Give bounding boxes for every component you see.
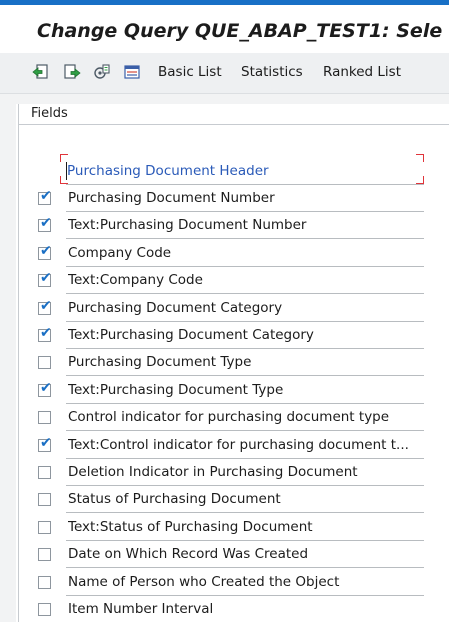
checkmark-icon: ✔ xyxy=(40,242,52,259)
field-label[interactable]: Deletion Indicator in Purchasing Documen… xyxy=(68,464,422,480)
field-checkbox[interactable]: ✔ xyxy=(38,297,52,315)
row-underline xyxy=(66,265,424,267)
field-checkbox[interactable]: ✔ xyxy=(38,434,52,452)
row-underline xyxy=(66,211,424,212)
content-spacer xyxy=(16,94,449,104)
field-row: ✔ Text:Company Code xyxy=(36,268,424,295)
checkmark-icon: ✔ xyxy=(40,188,52,204)
row-underline xyxy=(66,457,424,459)
layout-list-icon[interactable] xyxy=(121,61,143,83)
row-underline xyxy=(66,594,424,596)
focus-corner-top-left xyxy=(60,154,68,162)
row-underline xyxy=(66,320,424,322)
checkmark-icon: ✔ xyxy=(40,215,52,232)
statistics-button[interactable]: Statistics xyxy=(241,64,303,80)
field-label[interactable]: Name of Person who Created the Object xyxy=(68,574,422,590)
checkmark-icon: ✔ xyxy=(40,270,52,287)
window-title: Change Query QUE_ABAP_TEST1: Sele xyxy=(37,20,443,42)
basic-list-button[interactable]: Basic List xyxy=(158,64,222,80)
row-underline xyxy=(66,402,424,404)
field-label[interactable]: Purchasing Document Type xyxy=(68,354,422,370)
field-checkbox[interactable] xyxy=(38,548,51,562)
field-row: ✔ Company Code xyxy=(36,241,424,268)
checkmark-icon: ✔ xyxy=(40,325,52,341)
field-checkbox[interactable] xyxy=(38,411,51,425)
query-window: Change Query QUE_ABAP_TEST1: Sele Basic … xyxy=(0,0,449,622)
field-label[interactable]: Status of Purchasing Document xyxy=(68,491,422,507)
row-underline xyxy=(66,512,424,514)
checkmark-icon: ✔ xyxy=(40,434,52,451)
field-checkbox[interactable]: ✔ xyxy=(38,242,52,260)
field-label[interactable]: Purchasing Document Number xyxy=(68,190,422,206)
field-label[interactable]: Item Number Interval xyxy=(68,601,422,617)
tab-fields-label: Fields xyxy=(31,106,68,121)
group-underline xyxy=(66,184,424,185)
back-arrow-icon[interactable] xyxy=(30,61,52,83)
field-label[interactable]: Text:Purchasing Document Type xyxy=(68,382,422,398)
field-checkbox[interactable] xyxy=(38,356,51,370)
field-label[interactable]: Text:Status of Purchasing Document xyxy=(68,519,422,535)
field-label[interactable]: Text:Control indicator for purchasing do… xyxy=(68,437,422,453)
field-checkbox[interactable]: ✔ xyxy=(38,270,52,288)
field-label[interactable]: Purchasing Document Category xyxy=(68,300,422,316)
row-underline xyxy=(66,348,424,349)
field-row: ✔ Text:Purchasing Document Number xyxy=(36,213,424,240)
application-toolbar: Basic List Statistics Ranked List xyxy=(0,53,449,94)
ranked-list-button[interactable]: Ranked List xyxy=(323,64,401,80)
row-underline xyxy=(66,238,424,240)
field-row: Name of Person who Created the Object xyxy=(36,570,424,597)
field-row: Date on Which Record Was Created xyxy=(36,542,424,569)
field-row: ✔ Purchasing Document Number xyxy=(36,186,424,213)
field-label[interactable]: Date on Which Record Was Created xyxy=(68,546,422,562)
field-row: ✔ Text:Purchasing Document Category xyxy=(36,323,424,350)
field-group-label: Purchasing Document Header xyxy=(67,163,269,179)
field-checkbox[interactable] xyxy=(38,493,51,507)
field-label[interactable]: Control indicator for purchasing documen… xyxy=(68,409,422,425)
field-label[interactable]: Text:Company Code xyxy=(68,272,422,288)
row-underline xyxy=(66,430,424,432)
tab-fields[interactable]: Fields xyxy=(18,104,449,125)
row-underline xyxy=(66,539,424,541)
field-label[interactable]: Text:Purchasing Document Category xyxy=(68,327,422,343)
focus-corner-bottom-right xyxy=(416,176,424,184)
checkmark-icon: ✔ xyxy=(40,297,52,314)
left-margin-strip xyxy=(0,94,16,622)
field-checkbox[interactable]: ✔ xyxy=(38,215,52,233)
forward-document-icon[interactable] xyxy=(61,61,83,83)
row-underline xyxy=(66,485,424,486)
field-checkbox[interactable]: ✔ xyxy=(38,188,52,205)
field-group-header[interactable]: Purchasing Document Header xyxy=(60,154,424,184)
focus-corner-top-right xyxy=(416,154,424,162)
field-row: ✔ Purchasing Document Category xyxy=(36,296,424,323)
row-underline xyxy=(66,567,424,569)
field-checkbox[interactable] xyxy=(38,520,51,534)
field-row: Purchasing Document Type xyxy=(36,350,424,377)
field-checkbox[interactable]: ✔ xyxy=(38,379,52,397)
refresh-settings-icon[interactable] xyxy=(91,61,113,83)
field-row: ✔ Text:Control indicator for purchasing d… xyxy=(36,433,424,460)
field-checkbox[interactable]: ✔ xyxy=(38,325,52,342)
field-row: Deletion Indicator in Purchasing Documen… xyxy=(36,460,424,487)
checkmark-icon: ✔ xyxy=(40,379,52,396)
row-underline xyxy=(66,293,424,295)
field-label[interactable]: Company Code xyxy=(68,245,422,261)
field-label[interactable]: Text:Purchasing Document Number xyxy=(68,217,422,233)
field-row: ✔ Text:Purchasing Document Type xyxy=(36,378,424,405)
field-row: Text:Status of Purchasing Document xyxy=(36,515,424,542)
title-bar: Change Query QUE_ABAP_TEST1: Sele xyxy=(0,5,449,53)
field-row: Status of Purchasing Document xyxy=(36,487,424,514)
field-row: Item Number Interval xyxy=(36,597,424,622)
row-underline xyxy=(66,375,424,377)
field-checkbox[interactable] xyxy=(38,466,51,479)
field-row: Control indicator for purchasing documen… xyxy=(36,405,424,432)
field-checkbox[interactable] xyxy=(38,603,51,616)
field-checkbox[interactable] xyxy=(38,575,51,589)
